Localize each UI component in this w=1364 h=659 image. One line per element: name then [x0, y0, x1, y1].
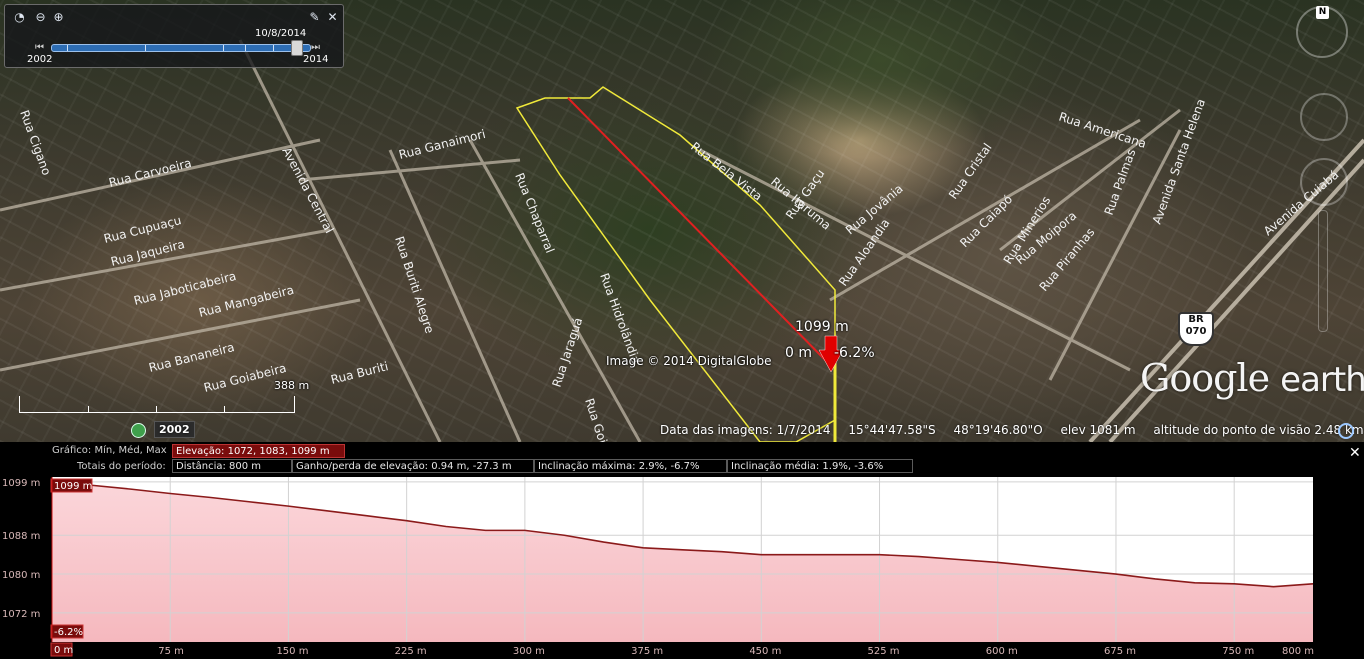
next-step-icon[interactable]: ⏭ [311, 42, 320, 53]
slider-handle[interactable] [291, 40, 303, 56]
y-tick-label: 1080 m [2, 570, 40, 581]
street-label: Rua Americana [1057, 110, 1148, 151]
path-elevation-label: 1099 m [795, 319, 849, 335]
y-tick-label: 1088 m [2, 531, 40, 542]
elevation-profile-panel: Gráfico: Mín, Méd, Max Elevação: 1072, 1… [0, 442, 1364, 659]
eye-altitude: altitude do ponto de visão 2.48 km [1153, 423, 1364, 437]
street-label: Rua Goianésia [582, 397, 622, 442]
street-label: Rua Bela Vista [688, 139, 765, 203]
scale-bar [19, 396, 295, 413]
cursor-distance-label: 0 m [54, 645, 73, 656]
street-label: Avenida Santa Helena [1150, 97, 1208, 226]
elevation: elev 1081 m [1060, 423, 1136, 437]
slider-date: 10/8/2014 [255, 28, 307, 39]
google-earth-logo: Google earth [1140, 356, 1364, 400]
look-joystick[interactable] [1300, 93, 1348, 141]
road-shield-br070: BR 070 [1178, 312, 1214, 346]
slider-year-start: 2002 [27, 54, 53, 65]
street-label: Rua Chaparral [512, 171, 557, 255]
street-label: Rua Buriti Alegre [392, 235, 437, 336]
slider-tick [67, 45, 68, 51]
street-label: Rua Buriti [329, 359, 389, 387]
streaming-indicator-icon [1338, 423, 1354, 439]
imagery-copyright: Image © 2014 DigitalGlobe [606, 354, 772, 368]
move-joystick[interactable] [1300, 158, 1348, 206]
street-label: Avenida Central [279, 145, 336, 236]
street-label: Rua Bananeira [147, 340, 236, 375]
status-bar: Data das imagens: 1/7/2014 15°44'47.58"S… [660, 423, 1364, 437]
elevation-chart[interactable]: 1099 m 1088 m 1080 m 1072 m 75 m 150 m 225 m 30… [0, 442, 1364, 659]
path-distance-label: 0 m [785, 345, 812, 361]
slider-track[interactable] [51, 44, 311, 52]
north-indicator: N [1316, 6, 1329, 19]
street-label: Rua Cigano [17, 108, 53, 177]
x-tick-label: 150 m [276, 646, 308, 657]
slider-tick [245, 45, 246, 51]
x-tick-label: 300 m [513, 646, 545, 657]
x-tick-label: 525 m [868, 646, 900, 657]
y-tick-label: 1072 m [2, 609, 40, 620]
slider-tick [145, 45, 146, 51]
x-tick-label: 675 m [1104, 646, 1136, 657]
zoom-out-icon[interactable]: ⊖ [34, 11, 47, 24]
historical-year: 2002 [154, 421, 195, 438]
street-label: Rua Cristal [946, 141, 995, 202]
compass-ring[interactable]: N [1296, 6, 1348, 58]
slider-year-end: 2014 [303, 54, 329, 65]
scale-label: 388 m [274, 379, 310, 392]
zoom-in-icon[interactable]: ⊕ [52, 11, 65, 24]
longitude: 48°19'46.80"O [953, 423, 1043, 437]
x-tick-label: 600 m [986, 646, 1018, 657]
measure-path [567, 97, 831, 366]
x-tick-label: 225 m [395, 646, 427, 657]
x-tick-label: 450 m [749, 646, 781, 657]
clock-icon[interactable]: ◔ [13, 11, 26, 24]
street-label: Rua Jaraguá [550, 316, 586, 389]
map-viewport[interactable]: Rua Carvoeira Rua Jaqueira Rua Cupuaçu Rua … [0, 0, 1364, 442]
x-tick-label: 750 m [1222, 646, 1254, 657]
street-label: Rua Carvoeira [107, 156, 193, 190]
street-label: Rua Hidrolândia [597, 271, 643, 365]
cursor-slope-label: -6.2% [54, 627, 83, 638]
imagery-date: Data das imagens: 1/7/2014 [660, 423, 831, 437]
latitude: 15°44'47.58"S [848, 423, 936, 437]
x-tick-label: 375 m [631, 646, 663, 657]
cursor-elevation-label: 1099 m [54, 481, 92, 492]
y-tick-label: 1099 m [2, 478, 40, 489]
x-tick-label: 800 m [1282, 646, 1314, 657]
area-polygon [515, 86, 836, 442]
wrench-icon[interactable]: ✎ [308, 11, 321, 24]
prev-step-icon[interactable]: ⏮ [35, 42, 44, 53]
slider-tick [223, 45, 224, 51]
close-icon[interactable]: ✕ [326, 11, 339, 24]
historical-imagery-slider[interactable]: ◔ ⊖ ⊕ ✎ ✕ 10/8/2014 ⏮ ⏭ 2002 2014 [4, 4, 344, 68]
path-slope-label: -6.2% [834, 345, 875, 361]
x-tick-label: 75 m [158, 646, 184, 657]
zoom-slider[interactable] [1318, 210, 1328, 332]
history-clock-icon[interactable] [131, 423, 146, 438]
slider-tick [273, 45, 274, 51]
